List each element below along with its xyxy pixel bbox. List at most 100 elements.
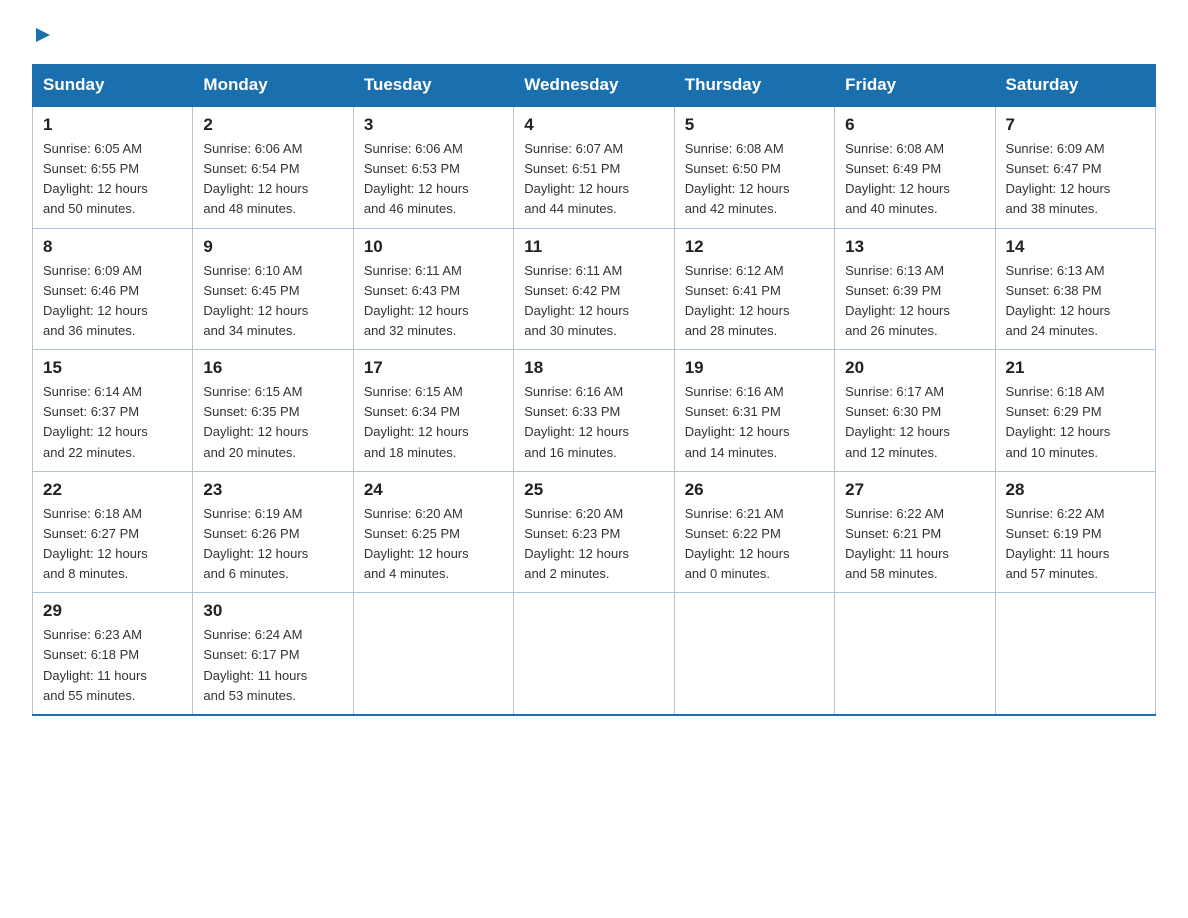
week-row-1: 1 Sunrise: 6:05 AMSunset: 6:55 PMDaylight…	[33, 106, 1156, 228]
day-info: Sunrise: 6:11 AMSunset: 6:42 PMDaylight:…	[524, 261, 663, 342]
day-info: Sunrise: 6:21 AMSunset: 6:22 PMDaylight:…	[685, 504, 824, 585]
day-number: 5	[685, 115, 824, 135]
header-cell-saturday: Saturday	[995, 65, 1155, 107]
calendar-cell: 18Sunrise: 6:16 AMSunset: 6:33 PMDayligh…	[514, 350, 674, 472]
day-info: Sunrise: 6:16 AMSunset: 6:31 PMDaylight:…	[685, 382, 824, 463]
day-info: Sunrise: 6:11 AMSunset: 6:43 PMDaylight:…	[364, 261, 503, 342]
day-number: 4	[524, 115, 663, 135]
day-number: 1	[43, 115, 182, 135]
day-info: Sunrise: 6:15 AMSunset: 6:34 PMDaylight:…	[364, 382, 503, 463]
day-info: Sunrise: 6:20 AMSunset: 6:25 PMDaylight:…	[364, 504, 503, 585]
day-number: 30	[203, 601, 342, 621]
header-cell-sunday: Sunday	[33, 65, 193, 107]
day-number: 23	[203, 480, 342, 500]
day-number: 19	[685, 358, 824, 378]
calendar-cell: 14 Sunrise: 6:13 AMSunset: 6:38 PMDayligh…	[995, 228, 1155, 350]
day-info: Sunrise: 6:20 AMSunset: 6:23 PMDaylight:…	[524, 504, 663, 585]
day-number: 21	[1006, 358, 1145, 378]
day-info: Sunrise: 6:10 AMSunset: 6:45 PMDaylight:…	[203, 261, 342, 342]
day-number: 8	[43, 237, 182, 257]
calendar-cell: 12Sunrise: 6:12 AMSunset: 6:41 PMDayligh…	[674, 228, 834, 350]
calendar-cell: 20 Sunrise: 6:17 AMSunset: 6:30 PMDayligh…	[835, 350, 995, 472]
day-number: 22	[43, 480, 182, 500]
header-cell-friday: Friday	[835, 65, 995, 107]
header-cell-thursday: Thursday	[674, 65, 834, 107]
calendar-cell: 10 Sunrise: 6:11 AMSunset: 6:43 PMDayligh…	[353, 228, 513, 350]
day-number: 20	[845, 358, 984, 378]
day-number: 9	[203, 237, 342, 257]
day-info: Sunrise: 6:13 AMSunset: 6:38 PMDaylight:…	[1006, 261, 1145, 342]
calendar-cell: 25 Sunrise: 6:20 AMSunset: 6:23 PMDayligh…	[514, 471, 674, 593]
week-row-3: 15 Sunrise: 6:14 AMSunset: 6:37 PMDayligh…	[33, 350, 1156, 472]
day-info: Sunrise: 6:14 AMSunset: 6:37 PMDaylight:…	[43, 382, 182, 463]
day-info: Sunrise: 6:18 AMSunset: 6:29 PMDaylight:…	[1006, 382, 1145, 463]
logo-arrow-icon	[32, 24, 54, 46]
calendar-cell: 24 Sunrise: 6:20 AMSunset: 6:25 PMDayligh…	[353, 471, 513, 593]
calendar-cell: 11Sunrise: 6:11 AMSunset: 6:42 PMDayligh…	[514, 228, 674, 350]
week-row-5: 29Sunrise: 6:23 AMSunset: 6:18 PMDayligh…	[33, 593, 1156, 715]
calendar-cell	[995, 593, 1155, 715]
day-number: 3	[364, 115, 503, 135]
day-info: Sunrise: 6:24 AMSunset: 6:17 PMDaylight:…	[203, 625, 342, 706]
calendar-cell: 8 Sunrise: 6:09 AMSunset: 6:46 PMDaylight…	[33, 228, 193, 350]
calendar-cell: 21 Sunrise: 6:18 AMSunset: 6:29 PMDayligh…	[995, 350, 1155, 472]
header-cell-monday: Monday	[193, 65, 353, 107]
day-info: Sunrise: 6:08 AMSunset: 6:49 PMDaylight:…	[845, 139, 984, 220]
day-info: Sunrise: 6:05 AMSunset: 6:55 PMDaylight:…	[43, 139, 182, 220]
header-cell-tuesday: Tuesday	[353, 65, 513, 107]
calendar-cell: 23 Sunrise: 6:19 AMSunset: 6:26 PMDayligh…	[193, 471, 353, 593]
day-info: Sunrise: 6:15 AMSunset: 6:35 PMDaylight:…	[203, 382, 342, 463]
day-number: 13	[845, 237, 984, 257]
calendar-cell: 9 Sunrise: 6:10 AMSunset: 6:45 PMDaylight…	[193, 228, 353, 350]
day-number: 2	[203, 115, 342, 135]
day-info: Sunrise: 6:06 AMSunset: 6:53 PMDaylight:…	[364, 139, 503, 220]
calendar-cell: 17 Sunrise: 6:15 AMSunset: 6:34 PMDayligh…	[353, 350, 513, 472]
day-number: 29	[43, 601, 182, 621]
day-info: Sunrise: 6:17 AMSunset: 6:30 PMDaylight:…	[845, 382, 984, 463]
day-number: 18	[524, 358, 663, 378]
header-cell-wednesday: Wednesday	[514, 65, 674, 107]
calendar-cell	[674, 593, 834, 715]
day-info: Sunrise: 6:19 AMSunset: 6:26 PMDaylight:…	[203, 504, 342, 585]
calendar-table: SundayMondayTuesdayWednesdayThursdayFrid…	[32, 64, 1156, 716]
calendar-cell: 4 Sunrise: 6:07 AMSunset: 6:51 PMDaylight…	[514, 106, 674, 228]
calendar-cell: 29Sunrise: 6:23 AMSunset: 6:18 PMDayligh…	[33, 593, 193, 715]
day-number: 24	[364, 480, 503, 500]
day-info: Sunrise: 6:18 AMSunset: 6:27 PMDaylight:…	[43, 504, 182, 585]
day-info: Sunrise: 6:22 AMSunset: 6:19 PMDaylight:…	[1006, 504, 1145, 585]
day-info: Sunrise: 6:09 AMSunset: 6:47 PMDaylight:…	[1006, 139, 1145, 220]
calendar-cell	[835, 593, 995, 715]
day-info: Sunrise: 6:07 AMSunset: 6:51 PMDaylight:…	[524, 139, 663, 220]
week-row-4: 22 Sunrise: 6:18 AMSunset: 6:27 PMDayligh…	[33, 471, 1156, 593]
calendar-cell: 3 Sunrise: 6:06 AMSunset: 6:53 PMDaylight…	[353, 106, 513, 228]
calendar-cell: 13 Sunrise: 6:13 AMSunset: 6:39 PMDayligh…	[835, 228, 995, 350]
day-number: 25	[524, 480, 663, 500]
calendar-cell: 5 Sunrise: 6:08 AMSunset: 6:50 PMDaylight…	[674, 106, 834, 228]
day-number: 7	[1006, 115, 1145, 135]
week-row-2: 8 Sunrise: 6:09 AMSunset: 6:46 PMDaylight…	[33, 228, 1156, 350]
day-number: 28	[1006, 480, 1145, 500]
calendar-cell: 28 Sunrise: 6:22 AMSunset: 6:19 PMDayligh…	[995, 471, 1155, 593]
calendar-cell: 19 Sunrise: 6:16 AMSunset: 6:31 PMDayligh…	[674, 350, 834, 472]
calendar-cell	[514, 593, 674, 715]
day-info: Sunrise: 6:08 AMSunset: 6:50 PMDaylight:…	[685, 139, 824, 220]
day-info: Sunrise: 6:12 AMSunset: 6:41 PMDaylight:…	[685, 261, 824, 342]
day-info: Sunrise: 6:09 AMSunset: 6:46 PMDaylight:…	[43, 261, 182, 342]
calendar-cell	[353, 593, 513, 715]
day-number: 17	[364, 358, 503, 378]
day-number: 6	[845, 115, 984, 135]
header-row: SundayMondayTuesdayWednesdayThursdayFrid…	[33, 65, 1156, 107]
page-header	[32, 24, 1156, 46]
calendar-cell: 16Sunrise: 6:15 AMSunset: 6:35 PMDayligh…	[193, 350, 353, 472]
day-number: 27	[845, 480, 984, 500]
calendar-cell: 2 Sunrise: 6:06 AMSunset: 6:54 PMDaylight…	[193, 106, 353, 228]
calendar-cell: 27Sunrise: 6:22 AMSunset: 6:21 PMDayligh…	[835, 471, 995, 593]
day-info: Sunrise: 6:13 AMSunset: 6:39 PMDaylight:…	[845, 261, 984, 342]
calendar-cell: 15 Sunrise: 6:14 AMSunset: 6:37 PMDayligh…	[33, 350, 193, 472]
day-number: 15	[43, 358, 182, 378]
day-number: 14	[1006, 237, 1145, 257]
day-info: Sunrise: 6:06 AMSunset: 6:54 PMDaylight:…	[203, 139, 342, 220]
day-number: 10	[364, 237, 503, 257]
calendar-cell: 7 Sunrise: 6:09 AMSunset: 6:47 PMDaylight…	[995, 106, 1155, 228]
calendar-cell: 6 Sunrise: 6:08 AMSunset: 6:49 PMDaylight…	[835, 106, 995, 228]
